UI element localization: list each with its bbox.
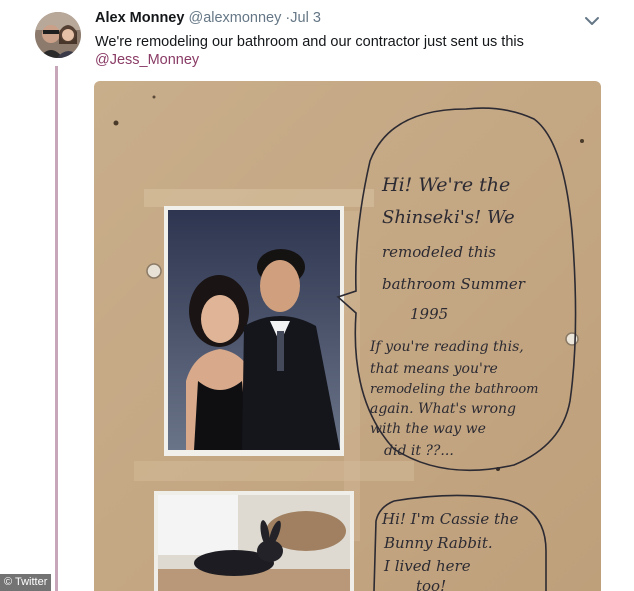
note-line: remodeling the bathroom (370, 382, 539, 397)
note-line: again. What's wrong (370, 401, 516, 417)
author-handle[interactable]: @alexmonney (188, 10, 281, 26)
tweet-header: Alex Monney @alexmonney ·Jul 3 (95, 10, 321, 26)
note-line: Hi! I'm Cassie the (381, 510, 519, 528)
avatar-photo (35, 12, 81, 58)
tweet-photo[interactable]: Hi! We're the Shinseki's! We remodeled t… (94, 81, 601, 591)
note-line: If you're reading this, (369, 339, 524, 355)
chevron-down-icon[interactable] (583, 12, 601, 30)
note-line: I lived here (383, 557, 471, 575)
note-line: Shinseki's! We (382, 207, 515, 228)
mention-link[interactable]: @Jess_Monney (95, 52, 199, 68)
note-line: Bunny Rabbit. (383, 534, 493, 552)
note-line: too! (416, 577, 446, 591)
note-line: with the way we (370, 421, 486, 437)
watermark: © Twitter (0, 574, 52, 591)
note-line: did it ??... (384, 443, 454, 459)
avatar[interactable] (35, 12, 81, 58)
tweet-text: We're remodeling our bathroom and our co… (95, 34, 524, 50)
note-line: that means you're (370, 361, 498, 377)
note-line: bathroom Summer (382, 275, 526, 293)
bunny-photo (154, 491, 354, 591)
author-name[interactable]: Alex Monney (95, 10, 184, 26)
tweet-date[interactable]: Jul 3 (290, 10, 321, 26)
thread-line (55, 66, 58, 591)
note-line: 1995 (410, 305, 448, 323)
drywall-photo: Hi! We're the Shinseki's! We remodeled t… (94, 81, 601, 591)
couple-photo (164, 206, 344, 456)
note-line: remodeled this (382, 243, 496, 261)
note-line: Hi! We're the (381, 174, 510, 196)
